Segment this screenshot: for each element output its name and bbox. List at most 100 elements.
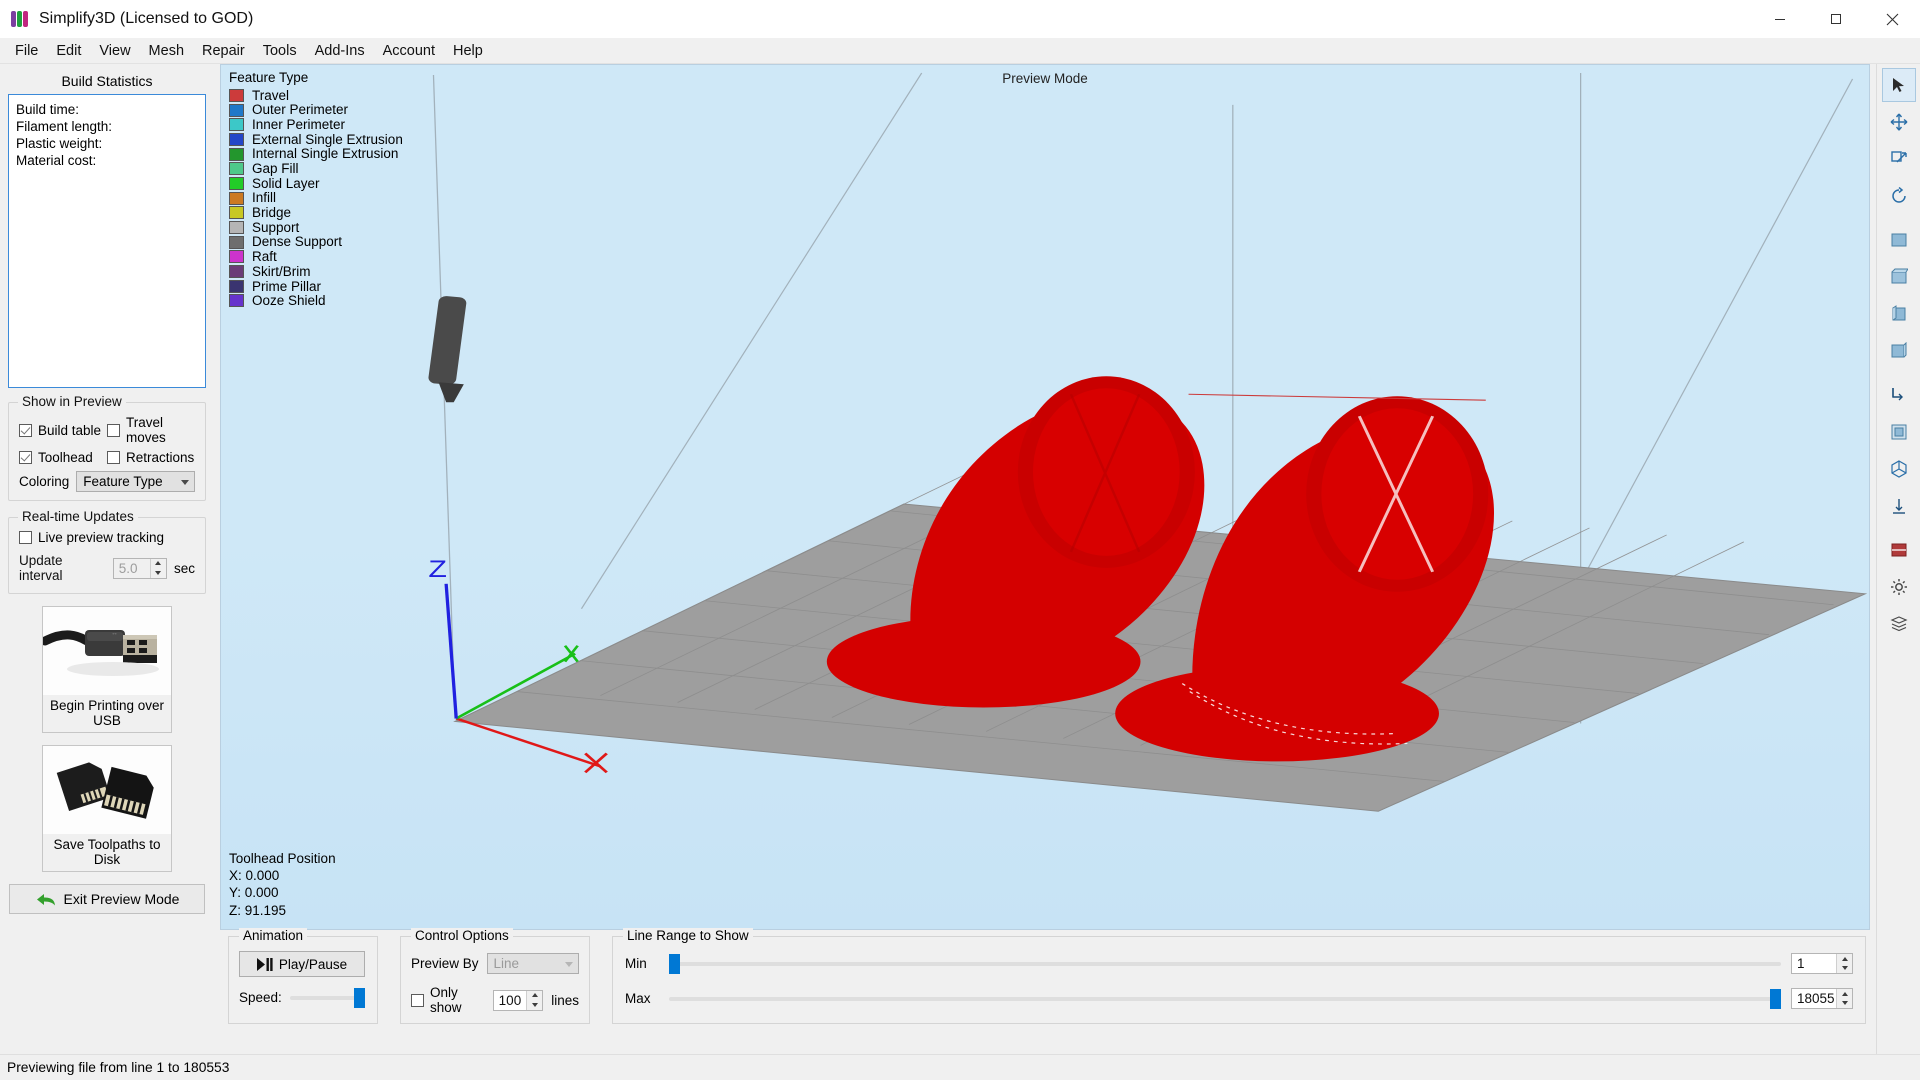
spin-down-icon[interactable]	[151, 568, 166, 578]
menu-file[interactable]: File	[6, 40, 47, 62]
update-interval-spin-buttons[interactable]	[150, 559, 166, 578]
legend-item-label: Inner Perimeter	[252, 118, 345, 132]
menu-repair[interactable]: Repair	[193, 40, 254, 62]
min-value-spinner[interactable]	[1791, 953, 1853, 974]
checkbox-retractions[interactable]: Retractions	[107, 450, 195, 465]
preview-row-1: Build table Travel moves	[19, 415, 195, 445]
legend-item: Support	[229, 220, 403, 235]
menu-tools[interactable]: Tools	[254, 40, 306, 62]
settings-icon[interactable]	[1882, 570, 1916, 604]
cross-section-icon[interactable]	[1882, 533, 1916, 567]
view-front-icon[interactable]	[1882, 223, 1916, 257]
only-show-spinner[interactable]	[493, 990, 544, 1011]
build-table-checkbox-box[interactable]	[19, 424, 32, 437]
begin-printing-over-usb-button[interactable]: ↔ Begin Printing over USB	[42, 606, 172, 733]
update-interval-input[interactable]	[114, 559, 150, 578]
live-preview-label: Live preview tracking	[38, 530, 164, 545]
menu-add-ins[interactable]: Add-Ins	[306, 40, 374, 62]
max-spin-buttons[interactable]	[1836, 989, 1852, 1008]
menu-account[interactable]: Account	[374, 40, 444, 62]
plastic-weight-label: Plastic weight:	[16, 135, 198, 152]
cursor-icon[interactable]	[1882, 68, 1916, 102]
show-in-preview-group: Show in Preview Build table Travel moves	[8, 402, 206, 501]
speed-slider[interactable]	[290, 996, 365, 1000]
view-perspective-icon[interactable]	[1882, 489, 1916, 523]
only-show-input[interactable]	[494, 991, 527, 1010]
status-bar: Previewing file from line 1 to 180553	[0, 1054, 1920, 1080]
preview-by-label: Preview By	[411, 956, 479, 971]
chevron-down-icon	[181, 480, 189, 485]
view-top-icon[interactable]	[1882, 378, 1916, 412]
scale-icon[interactable]	[1882, 142, 1916, 176]
menu-mesh[interactable]: Mesh	[140, 40, 193, 62]
retractions-checkbox-box[interactable]	[107, 451, 120, 464]
coloring-select[interactable]: Feature Type	[76, 471, 195, 492]
legend-item-label: Bridge	[252, 206, 291, 220]
max-value-input[interactable]	[1792, 989, 1836, 1008]
legend-item: Solid Layer	[229, 176, 403, 191]
checkbox-build-table[interactable]: Build table	[19, 423, 107, 438]
layers-icon[interactable]	[1882, 607, 1916, 641]
legend-color-swatch	[229, 265, 244, 278]
max-value-spinner[interactable]	[1791, 988, 1853, 1009]
animation-title: Animation	[239, 928, 307, 943]
view-bottom-icon[interactable]	[1882, 415, 1916, 449]
legend-color-swatch	[229, 280, 244, 293]
legend-item-label: Internal Single Extrusion	[252, 147, 398, 161]
minimize-icon[interactable]	[1752, 0, 1808, 38]
only-show-checkbox-box[interactable]	[411, 994, 424, 1007]
menu-view[interactable]: View	[90, 40, 139, 62]
only-show-spin-buttons[interactable]	[526, 991, 542, 1010]
toolhead-label: Toolhead	[38, 450, 93, 465]
legend-color-swatch	[229, 148, 244, 161]
legend-item: Raft	[229, 250, 403, 265]
toolhead-checkbox-box[interactable]	[19, 451, 32, 464]
legend-item-label: Ooze Shield	[252, 294, 326, 308]
view-left-icon[interactable]	[1882, 297, 1916, 331]
legend-color-swatch	[229, 118, 244, 131]
checkbox-travel-moves[interactable]: Travel moves	[107, 415, 195, 445]
max-slider-thumb[interactable]	[1770, 989, 1781, 1009]
legend-item: Prime Pillar	[229, 279, 403, 294]
rotate-icon[interactable]	[1882, 179, 1916, 213]
menu-help[interactable]: Help	[444, 40, 492, 62]
max-slider[interactable]	[669, 997, 1781, 1001]
min-spin-buttons[interactable]	[1836, 954, 1852, 973]
usb-cable-image: ↔	[43, 607, 171, 695]
legend-item: Dense Support	[229, 235, 403, 250]
spin-up-icon[interactable]	[1837, 954, 1852, 964]
update-interval-spinner[interactable]	[113, 558, 167, 579]
close-icon[interactable]	[1864, 0, 1920, 38]
live-preview-checkbox-box[interactable]	[19, 531, 32, 544]
preview-by-select[interactable]: Line	[487, 953, 579, 974]
spin-up-icon[interactable]	[1837, 989, 1852, 999]
menu-edit[interactable]: Edit	[47, 40, 90, 62]
checkbox-live-preview-tracking[interactable]: Live preview tracking	[19, 530, 195, 545]
min-value-input[interactable]	[1792, 954, 1836, 973]
maximize-icon[interactable]	[1808, 0, 1864, 38]
view-iso-icon[interactable]	[1882, 452, 1916, 486]
spin-up-icon[interactable]	[151, 559, 166, 569]
spin-down-icon[interactable]	[1837, 964, 1852, 974]
spin-up-icon[interactable]	[527, 991, 542, 1001]
sd-card-image	[43, 746, 171, 834]
exit-preview-mode-label: Exit Preview Mode	[64, 891, 180, 907]
legend-item: Infill	[229, 191, 403, 206]
spin-down-icon[interactable]	[1837, 999, 1852, 1009]
checkbox-toolhead[interactable]: Toolhead	[19, 450, 107, 465]
speed-slider-thumb[interactable]	[354, 988, 365, 1008]
play-pause-button[interactable]: Play/Pause	[239, 951, 365, 977]
min-slider[interactable]	[669, 962, 1781, 966]
3d-viewport[interactable]: Preview Mode	[220, 64, 1870, 930]
min-slider-thumb[interactable]	[669, 954, 680, 974]
travel-moves-checkbox-box[interactable]	[107, 424, 120, 437]
move-icon[interactable]	[1882, 105, 1916, 139]
exit-preview-mode-button[interactable]: Exit Preview Mode	[9, 884, 205, 914]
spin-down-icon[interactable]	[527, 1000, 542, 1010]
save-toolpaths-to-disk-button[interactable]: Save Toolpaths to Disk	[42, 745, 172, 872]
svg-text:Z: Z	[428, 555, 447, 582]
view-right-icon[interactable]	[1882, 334, 1916, 368]
chevron-down-icon	[565, 962, 573, 967]
legend-color-swatch	[229, 89, 244, 102]
view-back-icon[interactable]	[1882, 260, 1916, 294]
